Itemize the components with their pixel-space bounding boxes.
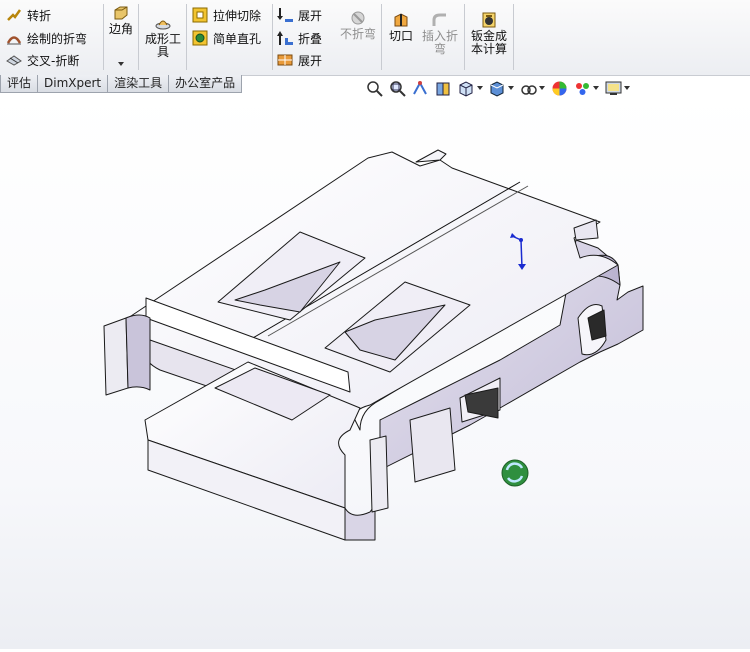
cross-break-icon: [6, 52, 22, 68]
fold-icon: [277, 30, 293, 46]
unfold-label: 展开: [298, 8, 323, 23]
sheetmetal-costing-button[interactable]: 钣金成本计算: [468, 12, 510, 56]
unfold-group: 展开 折叠 展开: [277, 0, 337, 74]
view-orientation-icon[interactable]: [458, 80, 475, 97]
simple-hole-button[interactable]: 简单直孔: [192, 28, 261, 48]
simple-hole-icon: [192, 30, 208, 46]
jog-button[interactable]: 转折: [6, 5, 51, 25]
insert-bends-button[interactable]: 插入折弯: [420, 12, 460, 56]
ribbon-separator: [381, 4, 382, 70]
sheetmetal-group-1: 转折 绘制的折弯 交叉-折断: [6, 0, 102, 74]
extruded-cut-icon: [192, 7, 208, 23]
insert-bends-icon: [432, 12, 448, 28]
flatten-icon: [277, 52, 293, 68]
jog-label: 转折: [27, 8, 52, 23]
zoom-area-icon[interactable]: [389, 80, 406, 97]
apply-scene-icon[interactable]: [574, 80, 591, 97]
top-plate: [124, 151, 619, 426]
cross-break-button[interactable]: 交叉-折断: [6, 50, 79, 70]
extruded-cut-label: 拉伸切除: [213, 8, 262, 23]
insert-bends-label: 插入折弯: [421, 29, 458, 56]
view-settings-dropdown[interactable]: [624, 86, 630, 90]
tab-dimxpert[interactable]: DimXpert: [37, 75, 109, 93]
ribbon-separator: [272, 4, 273, 70]
corners-button[interactable]: 边角: [106, 5, 136, 36]
edit-appearance-icon[interactable]: [551, 80, 568, 97]
cross-break-label: 交叉-折断: [27, 53, 80, 68]
corners-dropdown-arrow[interactable]: [118, 62, 124, 66]
display-style-icon[interactable]: [489, 80, 506, 97]
ribbon-separator: [186, 4, 187, 70]
extruded-cut-button[interactable]: 拉伸切除: [192, 5, 261, 25]
ribbon-separator: [513, 4, 514, 70]
display-style-dropdown[interactable]: [508, 86, 514, 90]
rotate-view-icon[interactable]: [501, 459, 529, 487]
view-settings-icon[interactable]: [605, 80, 622, 97]
tab-office-products[interactable]: 办公室产品: [168, 75, 243, 93]
forming-tool-label: 成形工具: [144, 32, 181, 59]
sheetmetal-costing-label: 钣金成本计算: [470, 29, 507, 56]
unfold-icon: [277, 7, 293, 23]
left-flange: [103, 317, 129, 396]
hide-show-items-icon[interactable]: [520, 80, 537, 97]
command-manager-tabs: 评估 DimXpert 渲染工具 办公室产品: [0, 75, 243, 94]
ribbon-separator: [103, 4, 104, 70]
fold-button[interactable]: 折叠: [277, 28, 322, 48]
sheetmetal-model[interactable]: [0, 94, 750, 649]
corners-label: 边角: [108, 22, 133, 36]
jog-icon: [6, 7, 22, 23]
sketched-bend-button[interactable]: 绘制的折弯: [6, 28, 87, 48]
unfold-button[interactable]: 展开: [277, 5, 322, 25]
zoom-to-fit-icon[interactable]: [366, 80, 383, 97]
simple-hole-label: 简单直孔: [213, 31, 262, 46]
fold-label: 折叠: [298, 31, 323, 46]
rip-label: 切口: [388, 29, 413, 43]
heads-up-view-toolbar: [366, 78, 636, 98]
graphics-area[interactable]: [0, 94, 750, 649]
right-front-flange: [369, 435, 389, 513]
flatten-label: 展开: [298, 53, 323, 68]
sketched-bend-label: 绘制的折弯: [27, 31, 88, 46]
no-bends-button[interactable]: 不折弯: [338, 10, 378, 41]
forming-tool-button[interactable]: 成形工具: [143, 15, 183, 59]
cut-group: 拉伸切除 简单直孔: [192, 0, 272, 74]
hide-show-dropdown[interactable]: [539, 86, 545, 90]
section-view-icon[interactable]: [435, 80, 452, 97]
tab-render-tools[interactable]: 渲染工具: [107, 75, 170, 93]
flatten-button[interactable]: 展开: [277, 50, 322, 70]
tab-evaluate[interactable]: 评估: [0, 75, 39, 93]
forming-tool-icon: [155, 15, 171, 31]
no-bends-label: 不折弯: [339, 27, 376, 41]
ribbon-separator: [138, 4, 139, 70]
side-window: [409, 407, 456, 483]
ribbon-separator: [464, 4, 465, 70]
rip-button[interactable]: 切口: [387, 12, 415, 43]
rear-tab: [415, 149, 447, 163]
sketched-bend-icon: [6, 30, 22, 46]
no-bends-icon: [350, 10, 366, 26]
corners-icon: [113, 5, 129, 21]
rip-icon: [393, 12, 409, 28]
command-manager-ribbon: 转折 绘制的折弯 交叉-折断 边角 成形工具 拉伸切除 简单直孔 展开 折叠 展…: [0, 0, 750, 76]
sheetmetal-costing-icon: [481, 12, 497, 28]
apply-scene-dropdown[interactable]: [593, 86, 599, 90]
previous-view-icon[interactable]: [412, 80, 429, 97]
view-orientation-dropdown[interactable]: [477, 86, 483, 90]
